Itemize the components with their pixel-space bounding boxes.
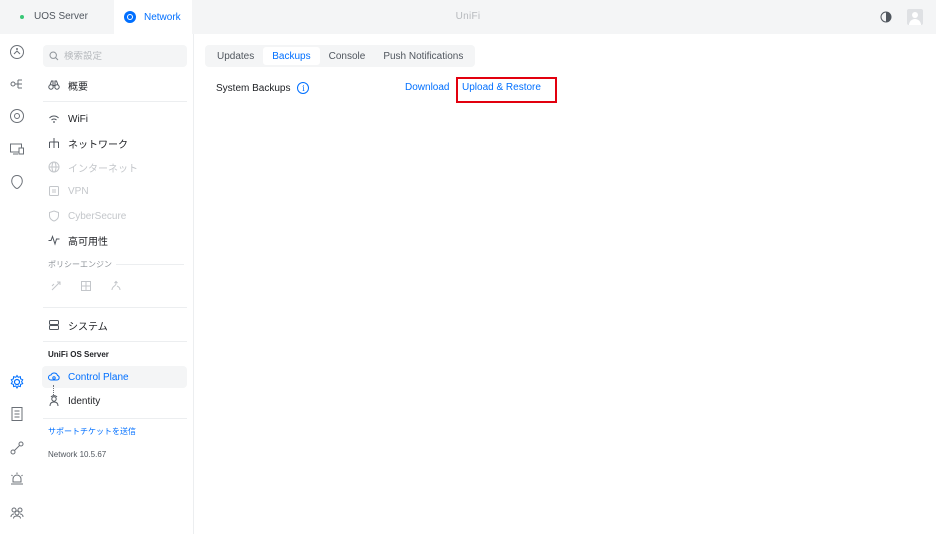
policy-engine-label: ポリシーエンジン — [48, 260, 112, 269]
control-plane-icon — [48, 371, 60, 383]
zones-grid-icon[interactable] — [80, 280, 92, 292]
version-label: Network 10.5.67 — [48, 450, 107, 459]
icon-rail — [0, 34, 36, 534]
top-bar: UOS Server Network UniFi — [0, 0, 936, 34]
upload-restore-button[interactable]: Upload & Restore — [462, 82, 541, 93]
vpn-shield-icon — [48, 185, 60, 197]
sidebar-item-system[interactable]: システム — [48, 317, 108, 333]
tab-updates[interactable]: Updates — [208, 47, 263, 65]
sidebar-item-label: インターネット — [68, 163, 138, 175]
alarm-icon[interactable] — [9, 471, 25, 487]
search-input[interactable] — [64, 50, 184, 62]
sidebar-item-overview[interactable]: 概要 — [48, 77, 88, 93]
sidebar-item-label: CyberSecure — [68, 210, 127, 222]
wifi-icon — [48, 113, 60, 125]
user-avatar[interactable] — [907, 9, 923, 25]
sidebar-item-cybersecure[interactable]: CyberSecure — [48, 208, 126, 224]
admins-icon[interactable] — [9, 504, 25, 520]
shield-icon — [48, 210, 60, 222]
system-icon — [48, 319, 60, 331]
identity-icon — [48, 395, 60, 407]
settings-tabs: Updates Backups Console Push Notificatio… — [205, 45, 476, 67]
routing-icon[interactable] — [110, 280, 122, 292]
dashboard-icon[interactable] — [9, 44, 25, 60]
policy-engine-icons — [50, 280, 122, 292]
system-backups-label: System Backups — [216, 82, 291, 94]
divider — [43, 418, 187, 419]
sidebar-item-label: 概要 — [68, 81, 88, 93]
divider — [43, 307, 187, 308]
sidebar-item-control-plane[interactable]: Control Plane — [42, 366, 187, 388]
integrations-icon[interactable] — [9, 440, 25, 456]
sidebar-item-label: ネットワーク — [68, 139, 128, 151]
divider — [43, 101, 187, 102]
support-ticket-link[interactable]: サポートチケットを送信 — [48, 426, 136, 437]
sidebar-item-label: VPN — [68, 185, 89, 197]
sidebar-item-label: Identity — [68, 395, 101, 407]
firewall-rules-icon[interactable] — [50, 280, 62, 292]
settings-sidebar: 概要 WiFi ネットワーク インターネット VPN CyberSecure 高… — [36, 34, 194, 534]
settings-icon[interactable] — [9, 374, 25, 390]
sidebar-item-label: WiFi — [68, 113, 88, 125]
sidebar-item-network[interactable]: ネットワーク — [48, 135, 128, 151]
clients-icon[interactable] — [9, 141, 25, 157]
sidebar-item-high-availability[interactable]: 高可用性 — [48, 232, 108, 248]
insights-icon[interactable] — [9, 174, 25, 190]
pulse-icon — [48, 234, 60, 246]
devices-icon[interactable] — [9, 108, 25, 124]
network-tree-icon — [48, 137, 60, 149]
binoculars-icon — [48, 79, 60, 91]
theme-toggle-icon[interactable] — [880, 11, 892, 23]
tab-backups[interactable]: Backups — [263, 47, 320, 65]
topology-icon[interactable] — [9, 76, 25, 92]
app-title: UniFi — [455, 11, 481, 22]
search-icon — [49, 51, 59, 61]
download-button[interactable]: Download — [405, 82, 449, 93]
system-backups-row: System Backups i — [216, 82, 310, 94]
sidebar-item-identity[interactable]: Identity — [48, 393, 100, 409]
divider — [43, 341, 187, 342]
unifi-os-server-heading: UniFi OS Server — [48, 350, 109, 359]
info-icon[interactable]: i — [297, 82, 310, 94]
sidebar-item-label: 高可用性 — [68, 236, 108, 248]
tab-console[interactable]: Console — [320, 47, 375, 65]
sidebar-item-wifi[interactable]: WiFi — [48, 111, 88, 127]
policy-engine-heading: ポリシーエンジン — [48, 259, 184, 270]
sidebar-item-label: システム — [68, 321, 108, 333]
globe-icon — [48, 161, 60, 173]
sidebar-item-label: Control Plane — [68, 371, 129, 383]
sidebar-item-internet[interactable]: インターネット — [48, 159, 138, 175]
tab-push-notifications[interactable]: Push Notifications — [374, 47, 472, 65]
sidebar-item-vpn[interactable]: VPN — [48, 183, 89, 199]
settings-search[interactable] — [43, 45, 187, 67]
logs-icon[interactable] — [9, 406, 25, 422]
